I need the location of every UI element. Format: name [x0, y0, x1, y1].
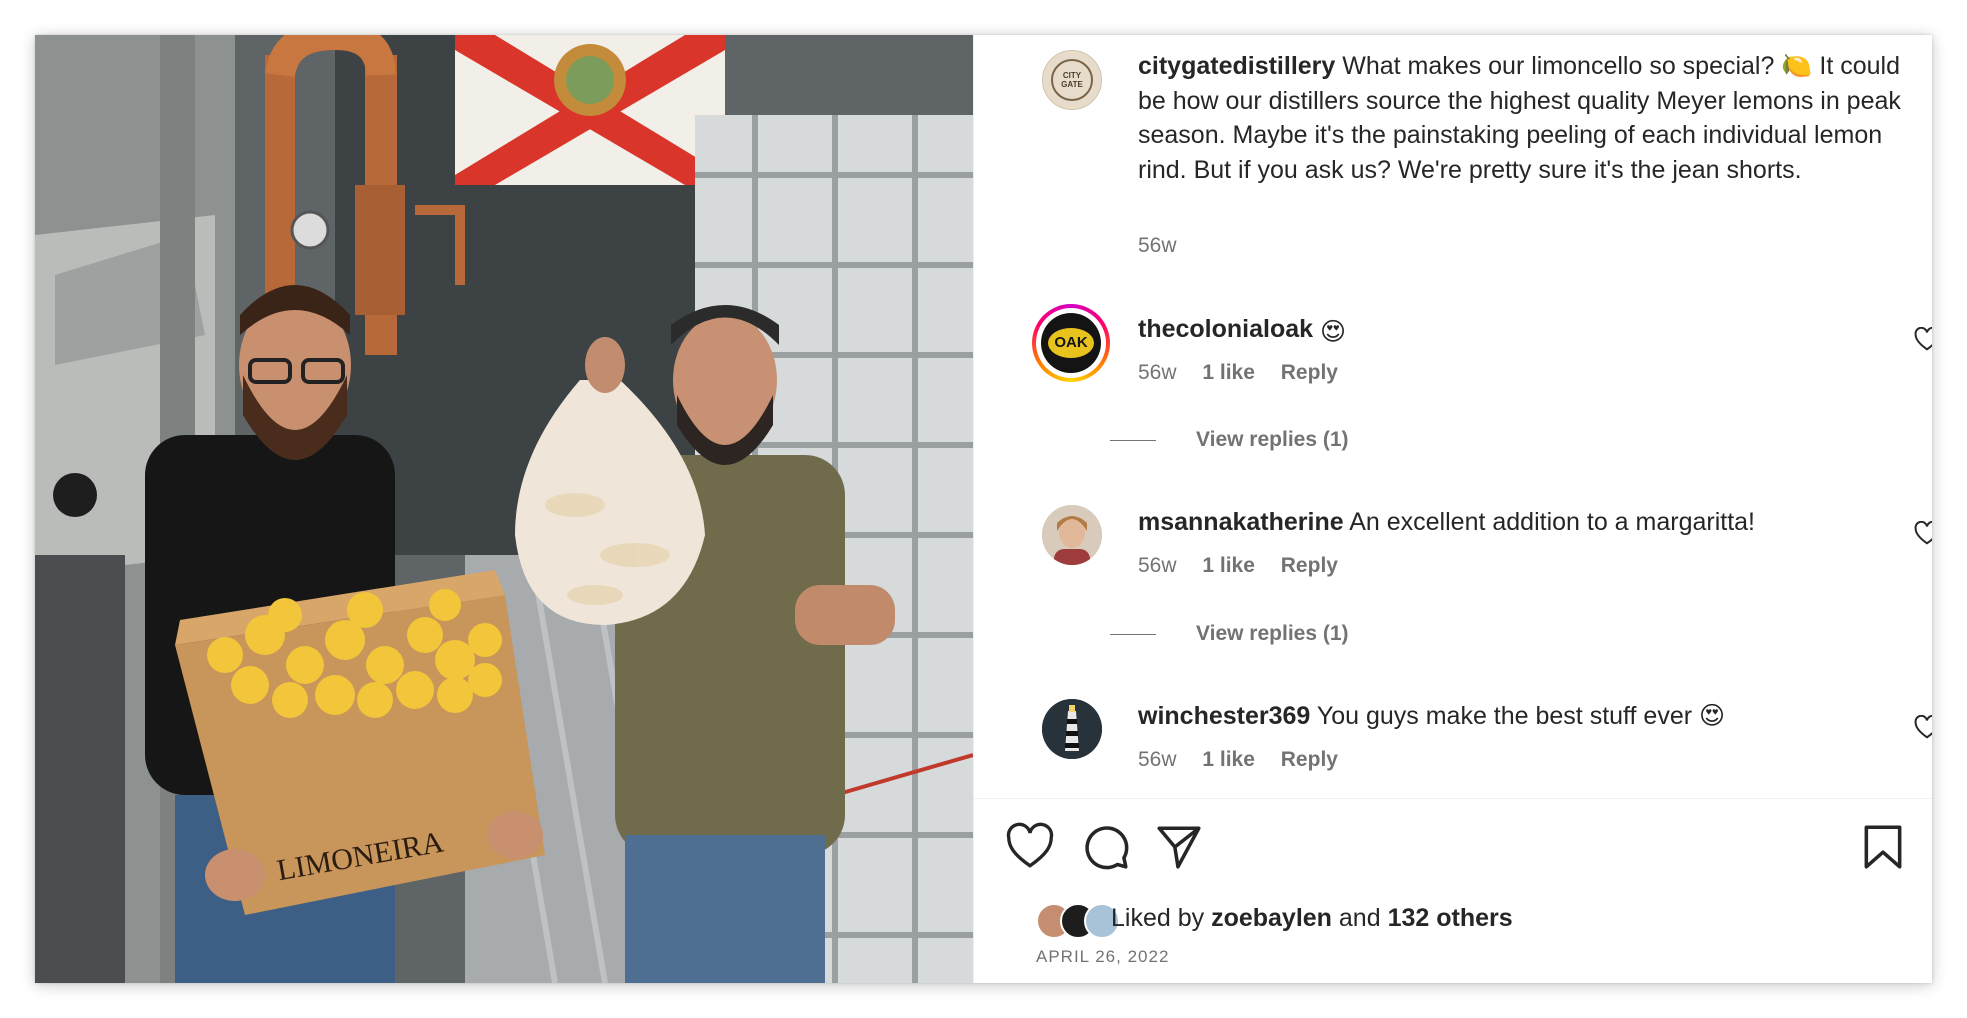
comment-text: You guys make the best stuff ever 😍 [1316, 702, 1726, 730]
liked-by-user[interactable]: zoebaylen [1211, 904, 1332, 932]
view-replies-label: View replies (1) [1196, 622, 1349, 645]
comment-avatar-thecolonialoak[interactable]: OAK [1032, 304, 1110, 382]
comment-text: An excellent addition to a margaritta! [1349, 508, 1756, 536]
instagram-post-card: LIMONEIRA CITY GATE citygatedistillery W… [35, 35, 1932, 983]
comment-likes[interactable]: 1 like [1202, 748, 1255, 771]
comment-username[interactable]: winchester369 [1138, 702, 1310, 730]
comment-time[interactable]: 56w [1138, 361, 1177, 384]
author-avatar[interactable]: CITY GATE [1042, 50, 1102, 110]
post-photo: LIMONEIRA [35, 35, 973, 983]
comment-like-heart-icon[interactable] [1914, 521, 1932, 545]
comment-avatar-winchester369[interactable] [1042, 699, 1102, 759]
comment-like-heart-icon[interactable] [1914, 715, 1932, 739]
actions-divider [974, 798, 1932, 799]
comment-text: 😍 [1320, 318, 1347, 346]
paper-plane-icon[interactable] [1154, 822, 1204, 872]
view-replies-label: View replies (1) [1196, 428, 1349, 451]
caption-timestamp[interactable]: 56w [1138, 234, 1177, 258]
comment-like-heart-icon[interactable] [1914, 327, 1932, 351]
comment-time[interactable]: 56w [1138, 554, 1177, 577]
avatar-photo [1042, 699, 1102, 759]
comment-username[interactable]: thecolonialoak [1138, 315, 1313, 343]
comment-meta: 56w 1 like Reply [1138, 748, 1358, 772]
post-image[interactable]: LIMONEIRA [35, 35, 973, 983]
comment: msannakatherine An excellent addition to… [1138, 505, 1858, 539]
view-replies-line [1110, 633, 1156, 635]
comment: winchester369 You guys make the best stu… [1138, 699, 1858, 733]
heart-icon[interactable] [1005, 822, 1055, 872]
bookmark-icon[interactable] [1858, 822, 1908, 872]
caption-username[interactable]: citygatedistillery [1138, 52, 1335, 80]
comment-reply-button[interactable]: Reply [1281, 554, 1338, 577]
comment: thecolonialoak 😍 [1138, 312, 1858, 349]
liked-by-text: Liked by zoebaylen and 132 others [1111, 904, 1513, 933]
comment-reply-button[interactable]: Reply [1281, 748, 1338, 771]
view-replies-line [1110, 439, 1156, 441]
comment-avatar-msannakatherine[interactable] [1042, 505, 1102, 565]
liked-by-and: and [1338, 904, 1381, 932]
post-date[interactable]: APRIL 26, 2022 [1036, 947, 1169, 967]
comment-likes[interactable]: 1 like [1202, 361, 1255, 384]
view-replies-button[interactable]: View replies (1) [1110, 428, 1349, 452]
post-caption: citygatedistillery What makes our limonc… [1138, 49, 1908, 187]
liked-by-others[interactable]: 132 others [1388, 904, 1513, 932]
oak-logo: OAK [1041, 313, 1101, 373]
comment-username[interactable]: msannakatherine [1138, 508, 1344, 536]
post-details-pane: CITY GATE citygatedistillery What makes … [973, 35, 1932, 983]
liked-by-prefix: Liked by [1111, 904, 1205, 932]
oak-logo-text: OAK [1048, 328, 1094, 358]
comment-icon[interactable] [1081, 822, 1131, 872]
view-replies-button[interactable]: View replies (1) [1110, 622, 1349, 646]
avatar-photo [1042, 505, 1102, 565]
author-avatar-logo: CITY GATE [1051, 59, 1093, 101]
comment-meta: 56w 1 like Reply [1138, 361, 1358, 385]
comment-meta: 56w 1 like Reply [1138, 554, 1358, 578]
comment-likes[interactable]: 1 like [1202, 554, 1255, 577]
comment-time[interactable]: 56w [1138, 748, 1177, 771]
comment-reply-button[interactable]: Reply [1281, 361, 1338, 384]
